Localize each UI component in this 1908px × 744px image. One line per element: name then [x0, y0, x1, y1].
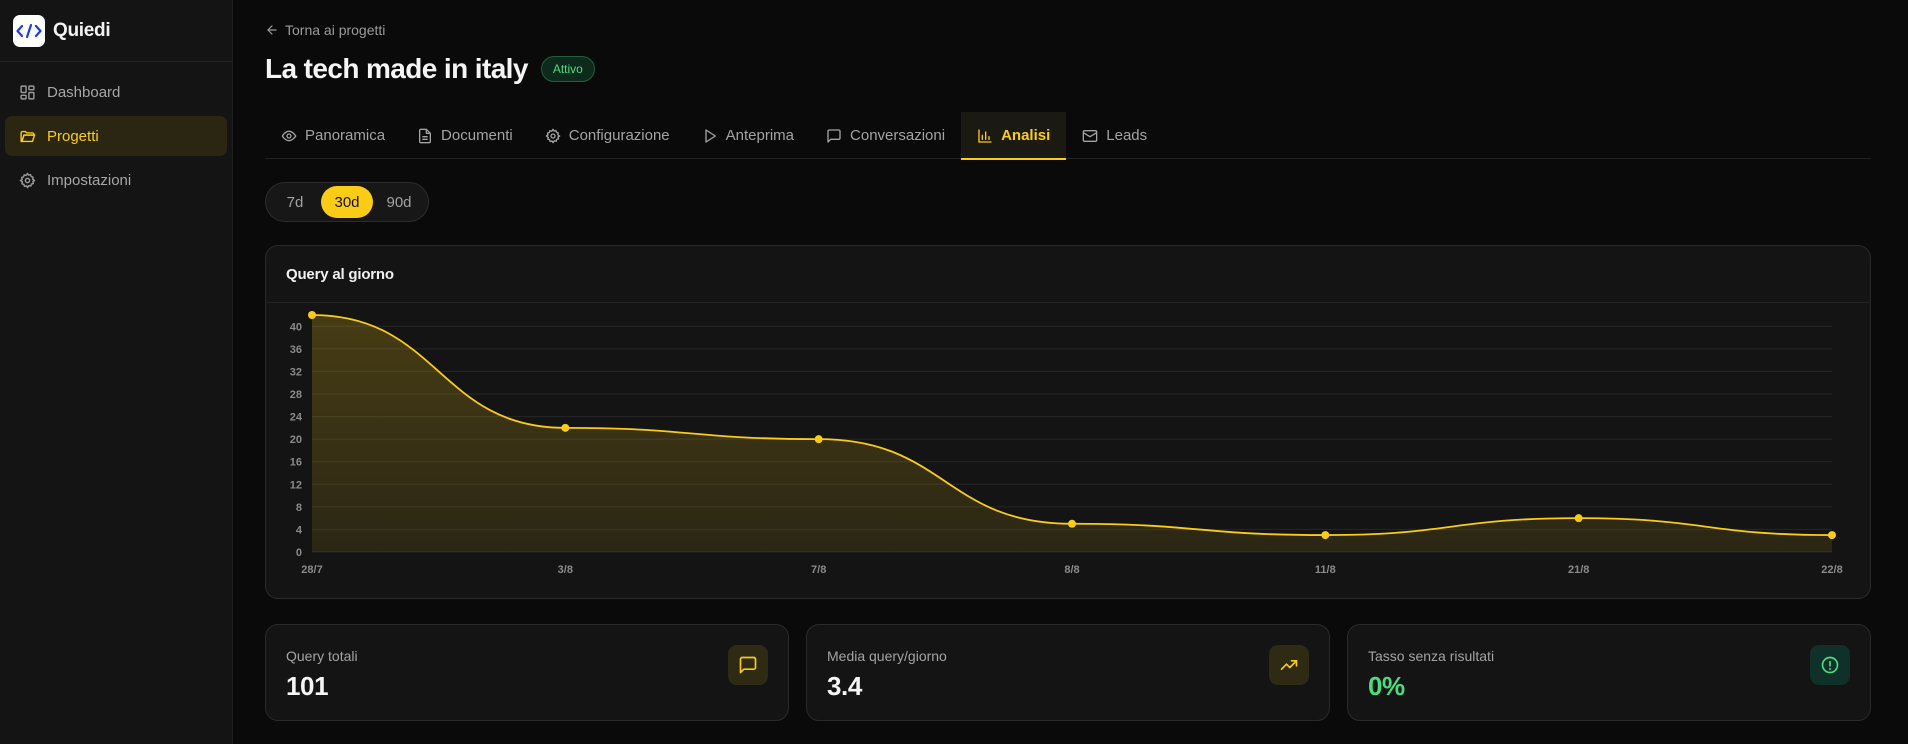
tab-label: Anteprima [725, 127, 795, 144]
data-point [1828, 531, 1836, 540]
area-fill [312, 315, 1832, 552]
stat-value: 0% [1368, 671, 1405, 701]
stat-value: 3.4 [827, 671, 862, 701]
range-90d-button[interactable]: 90d [373, 186, 425, 218]
y-tick-label: 4 [296, 524, 303, 536]
data-point [561, 423, 570, 432]
bar-chart-icon [977, 128, 993, 144]
gear-icon [18, 171, 36, 189]
back-link[interactable]: Torna ai progetti [265, 22, 385, 38]
sidebar-nav: Dashboard Progetti Impostazioni [0, 62, 232, 214]
y-tick-label: 0 [296, 547, 302, 559]
arrow-left-icon [265, 23, 279, 37]
stat-label: Query totali [286, 648, 358, 664]
data-point [814, 435, 823, 444]
y-tick-label: 8 [296, 502, 302, 514]
chat-icon [826, 128, 842, 144]
x-tick-label: 8/8 [1064, 564, 1079, 576]
tab-configurazione[interactable]: Configurazione [529, 112, 686, 159]
stat-card-query-totali: Query totali 101 [265, 624, 789, 721]
x-tick-label: 7/8 [811, 564, 826, 576]
brand[interactable]: Quiedi [0, 0, 232, 62]
x-tick-label: 3/8 [558, 564, 573, 576]
page-title: La tech made in italy [265, 53, 528, 84]
sidebar: Quiedi Dashboard Progetti Impostazioni [0, 0, 233, 744]
sidebar-item-progetti[interactable]: Progetti [5, 116, 227, 156]
time-range-selector: 7d 30d 90d [265, 182, 429, 222]
tab-leads[interactable]: Leads [1066, 112, 1163, 159]
tab-label: Conversazioni [850, 127, 946, 144]
tab-label: Documenti [441, 127, 513, 144]
tab-label: Analisi [1001, 127, 1051, 144]
document-icon [417, 128, 433, 144]
tab-label: Panoramica [305, 127, 386, 144]
stat-card-tasso-senza-risultati: Tasso senza risultati 0% [1347, 624, 1871, 721]
sidebar-item-dashboard[interactable]: Dashboard [5, 72, 227, 112]
chart-card: Query al giorno 0 4 8 12 16 20 24 28 32 36 40 28/7 3… [265, 245, 1871, 599]
x-tick-label: 21/8 [1568, 564, 1589, 576]
back-link-label: Torna ai progetti [285, 22, 386, 38]
status-badge: Attivo [540, 56, 595, 82]
y-tick-label: 24 [290, 412, 303, 424]
tab-analisi[interactable]: Analisi [961, 112, 1067, 160]
stat-label: Tasso senza risultati [1368, 648, 1495, 664]
title-row: La tech made in italy Attivo [265, 53, 595, 85]
chat-icon [728, 645, 768, 685]
data-point [1574, 514, 1583, 523]
eye-icon [281, 128, 297, 144]
y-tick-label: 20 [290, 434, 302, 446]
y-tick-label: 16 [290, 457, 302, 469]
logo-icon [13, 14, 45, 47]
queries-per-day-chart: 0 4 8 12 16 20 24 28 32 36 40 28/7 3/8 7/8 8/8 11/8 21/8… [290, 311, 1843, 576]
range-30d-button[interactable]: 30d [321, 186, 373, 218]
alert-circle-icon [1810, 645, 1850, 685]
tab-panoramica[interactable]: Panoramica [265, 112, 401, 159]
stat-value: 101 [286, 671, 329, 701]
tab-anteprima[interactable]: Anteprima [686, 112, 810, 159]
data-point [1068, 519, 1076, 528]
tab-label: Configurazione [568, 127, 670, 144]
gear-icon [545, 128, 561, 144]
data-point [308, 311, 316, 319]
sidebar-item-label: Progetti [47, 127, 99, 145]
chart-title: Query al giorno [266, 246, 1870, 303]
dashboard-icon [18, 83, 36, 101]
y-tick-label: 40 [290, 321, 302, 333]
stat-label: Media query/giorno [827, 648, 947, 664]
data-point [1321, 531, 1330, 540]
trending-up-icon [1269, 645, 1309, 685]
x-tick-label: 22/8 [1821, 564, 1842, 576]
tab-conversazioni[interactable]: Conversazioni [810, 112, 961, 159]
x-tick-label: 11/8 [1315, 564, 1336, 576]
tab-bar: Panoramica Documenti Configurazione Ante… [265, 112, 1871, 160]
app-name: Quiedi [53, 19, 111, 41]
mail-icon [1082, 128, 1098, 144]
x-tick-label: 28/7 [301, 564, 322, 576]
tab-documenti[interactable]: Documenti [401, 112, 529, 159]
play-icon [702, 128, 718, 144]
folder-icon [18, 127, 36, 145]
y-tick-label: 12 [290, 479, 302, 491]
y-tick-label: 36 [290, 344, 302, 356]
sidebar-item-label: Impostazioni [47, 171, 132, 189]
tab-label: Leads [1106, 127, 1148, 144]
stat-card-media-query: Media query/giorno 3.4 [806, 624, 1330, 721]
sidebar-item-impostazioni[interactable]: Impostazioni [5, 160, 227, 200]
sidebar-item-label: Dashboard [47, 83, 121, 101]
y-tick-label: 32 [290, 366, 302, 378]
y-tick-label: 28 [290, 389, 302, 401]
range-7d-button[interactable]: 7d [269, 186, 321, 218]
